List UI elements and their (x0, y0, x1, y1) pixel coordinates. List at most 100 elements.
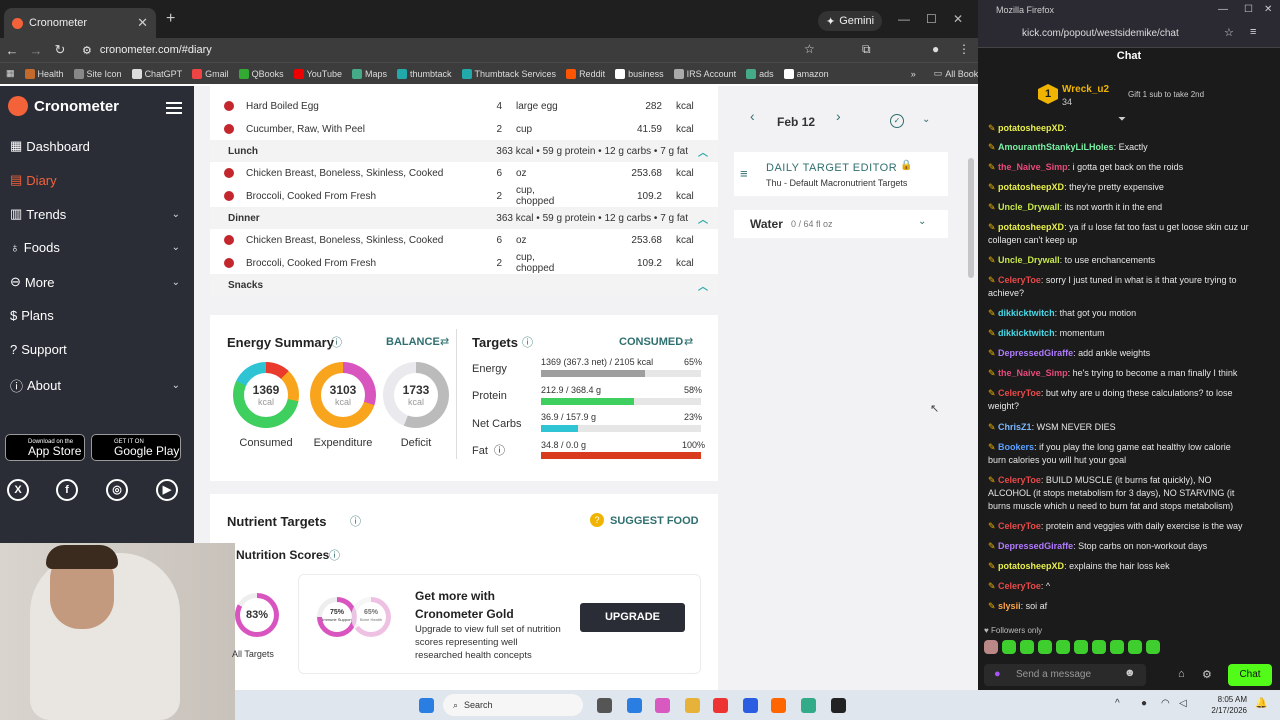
suggest-food-button[interactable]: SUGGEST FOOD (610, 515, 699, 527)
more-bookmarks-icon[interactable]: » (911, 69, 916, 79)
clock[interactable]: 8:05 AM 2/17/2026 (1201, 694, 1247, 716)
file-explorer-icon[interactable] (685, 698, 700, 713)
widgets-icon[interactable] (627, 698, 642, 713)
info-icon[interactable]: ⓘ (494, 442, 505, 458)
obs-icon[interactable] (831, 698, 846, 713)
target-editor-card[interactable]: ≡ DAILY TARGET EDITOR 🔒 Thu - Default Ma… (734, 152, 948, 196)
chevron-up-icon[interactable]: ︿ (698, 211, 708, 226)
bookmark-item[interactable]: business (615, 68, 664, 79)
sidebar-item-plans[interactable]: $ Plans (10, 308, 180, 323)
gift-text[interactable]: Gift 1 sub to take 2nd (1128, 90, 1204, 99)
food-row[interactable]: Broccoli, Cooked From Fresh 2 cup, chopped… (210, 252, 718, 274)
sidebar-item-support[interactable]: ? Support (10, 342, 180, 357)
forward-icon[interactable]: → (24, 43, 48, 58)
next-day-icon[interactable]: › (836, 108, 841, 124)
chat-username[interactable]: the_Naive_Simp (998, 162, 1068, 172)
food-row[interactable]: Broccoli, Cooked From Fresh 2 cup, chopped… (210, 185, 718, 207)
hamburger-menu-icon[interactable] (166, 102, 182, 114)
emote-icon[interactable] (1110, 640, 1124, 654)
chat-username[interactable]: the_Naive_Simp (998, 368, 1068, 378)
copilot-icon[interactable] (655, 698, 670, 713)
chat-username[interactable]: CeleryToe (998, 581, 1041, 591)
notification-icon[interactable]: 🔔 (1255, 698, 1267, 709)
help-icon[interactable]: ⓘ (350, 513, 361, 529)
volume-icon[interactable]: ◁ (1179, 698, 1187, 709)
emote-icon[interactable] (1002, 640, 1016, 654)
chat-username[interactable]: slysii (998, 601, 1021, 611)
sidebar-item-more[interactable]: ⊖ More ⌄ (10, 274, 180, 290)
bookmark-item[interactable]: YouTube (293, 68, 342, 79)
bookmark-item[interactable]: thumbtack (397, 68, 452, 79)
food-row[interactable]: Chicken Breast, Boneless, Skinless, Cook… (210, 162, 718, 184)
chat-input[interactable]: ● Send a message ☻ (984, 664, 1146, 686)
settings-icon[interactable]: ⚙ (1202, 668, 1212, 681)
reload-icon[interactable]: ↻ (48, 42, 72, 58)
chevron-up-icon[interactable]: ︿ (698, 144, 708, 159)
chat-username[interactable]: DepressedGiraffe (998, 541, 1073, 551)
firefox-icon[interactable] (771, 698, 786, 713)
mic-icon[interactable]: ● (994, 668, 1001, 680)
bookmark-item[interactable]: IRS Account (673, 68, 736, 79)
x-icon[interactable]: X (7, 479, 29, 501)
chrome-icon[interactable] (713, 698, 728, 713)
taskbar-search[interactable]: ⌕ Search (443, 694, 583, 716)
chevron-down-icon[interactable]: ⌄ (918, 216, 926, 227)
profile-icon[interactable]: ● (932, 42, 939, 56)
bookmark-item[interactable]: ads (746, 68, 774, 79)
bookmark-star-icon[interactable]: ☆ (1224, 26, 1234, 39)
bookmark-item[interactable]: Reddit (566, 68, 605, 79)
app-icon[interactable] (801, 698, 816, 713)
store-icon[interactable]: ⌂ (1178, 668, 1185, 680)
sidebar-item-diary[interactable]: ▤ Diary (10, 172, 180, 188)
tab-cronometer[interactable]: Cronometer ✕ (4, 8, 156, 38)
prev-day-icon[interactable]: ‹ (750, 108, 755, 124)
bookmark-item[interactable]: Maps (351, 68, 387, 79)
swap-icon[interactable]: ⇄ (440, 335, 449, 348)
site-info-icon[interactable]: ⚙ (82, 44, 92, 57)
emote-icon[interactable] (1056, 640, 1070, 654)
emote-icon[interactable] (1092, 640, 1106, 654)
youtube-icon[interactable]: ▶ (156, 479, 178, 501)
meal-header-lunch[interactable]: Lunch 363 kcal • 59 g protein • 12 g carb… (210, 140, 718, 162)
chat-username[interactable]: ChrisZ1 (998, 422, 1032, 432)
window-close-icon[interactable]: ✕ (1264, 4, 1272, 15)
gemini-button[interactable]: ✦ Gemini (818, 11, 883, 31)
sidebar-item-dashboard[interactable]: ▦ Dashboard (10, 138, 180, 154)
upgrade-button[interactable]: UPGRADE (580, 603, 685, 632)
emoji-icon[interactable]: ☻ (1124, 667, 1136, 679)
food-row[interactable]: Hard Boiled Egg 4 large egg 282 kcal (210, 95, 718, 117)
emote-icon[interactable] (984, 640, 998, 654)
new-tab-icon[interactable]: + (166, 10, 175, 28)
bookmark-item[interactable]: ChatGPT (131, 68, 182, 79)
bookmark-item[interactable]: QBooks (238, 68, 284, 79)
help-icon[interactable]: ⓘ (522, 334, 533, 350)
emote-icon[interactable] (1146, 640, 1160, 654)
gifter-name[interactable]: Wreck_u2 (1062, 84, 1109, 95)
maximize-icon[interactable]: ☐ (926, 12, 937, 26)
emote-icon[interactable] (1038, 640, 1052, 654)
diary-date[interactable]: Feb 12 (777, 115, 815, 129)
chat-username[interactable]: DepressedGiraffe (998, 348, 1073, 358)
chat-username[interactable]: dikkicktwitch (998, 328, 1055, 338)
meal-header-dinner[interactable]: Dinner 363 kcal • 59 g protein • 12 g car… (210, 207, 718, 229)
bookmark-star-icon[interactable]: ☆ (804, 42, 815, 56)
chat-username[interactable]: Uncle_Drywall (998, 255, 1060, 265)
bookmark-item[interactable]: Health (24, 68, 64, 79)
calendar-dropdown-icon[interactable]: ⌄ (922, 114, 930, 125)
tray-chevron-icon[interactable]: ^ (1115, 698, 1120, 709)
emote-icon[interactable] (1074, 640, 1088, 654)
chat-username[interactable]: CeleryToe (998, 521, 1041, 531)
chat-send-button[interactable]: Chat (1228, 664, 1272, 686)
mic-tray-icon[interactable]: ● (1141, 698, 1147, 709)
bookmark-item[interactable]: Gmail (192, 68, 229, 79)
back-icon[interactable]: ← (0, 43, 24, 58)
meal-header-snacks[interactable]: Snacks ︿ (210, 274, 718, 296)
close-tab-icon[interactable]: ✕ (137, 15, 148, 31)
chat-username[interactable]: potatosheepXD (998, 222, 1064, 232)
google-play-button[interactable]: GET IT ON Google Play (91, 434, 181, 461)
apps-icon[interactable]: ▦ (6, 68, 15, 79)
sidebar-item-about[interactable]: ⓘ About ⌄ (10, 376, 180, 395)
chat-username[interactable]: dikkicktwitch (998, 308, 1055, 318)
facebook-icon[interactable]: f (56, 479, 78, 501)
menu-icon[interactable]: ≡ (1250, 26, 1256, 38)
